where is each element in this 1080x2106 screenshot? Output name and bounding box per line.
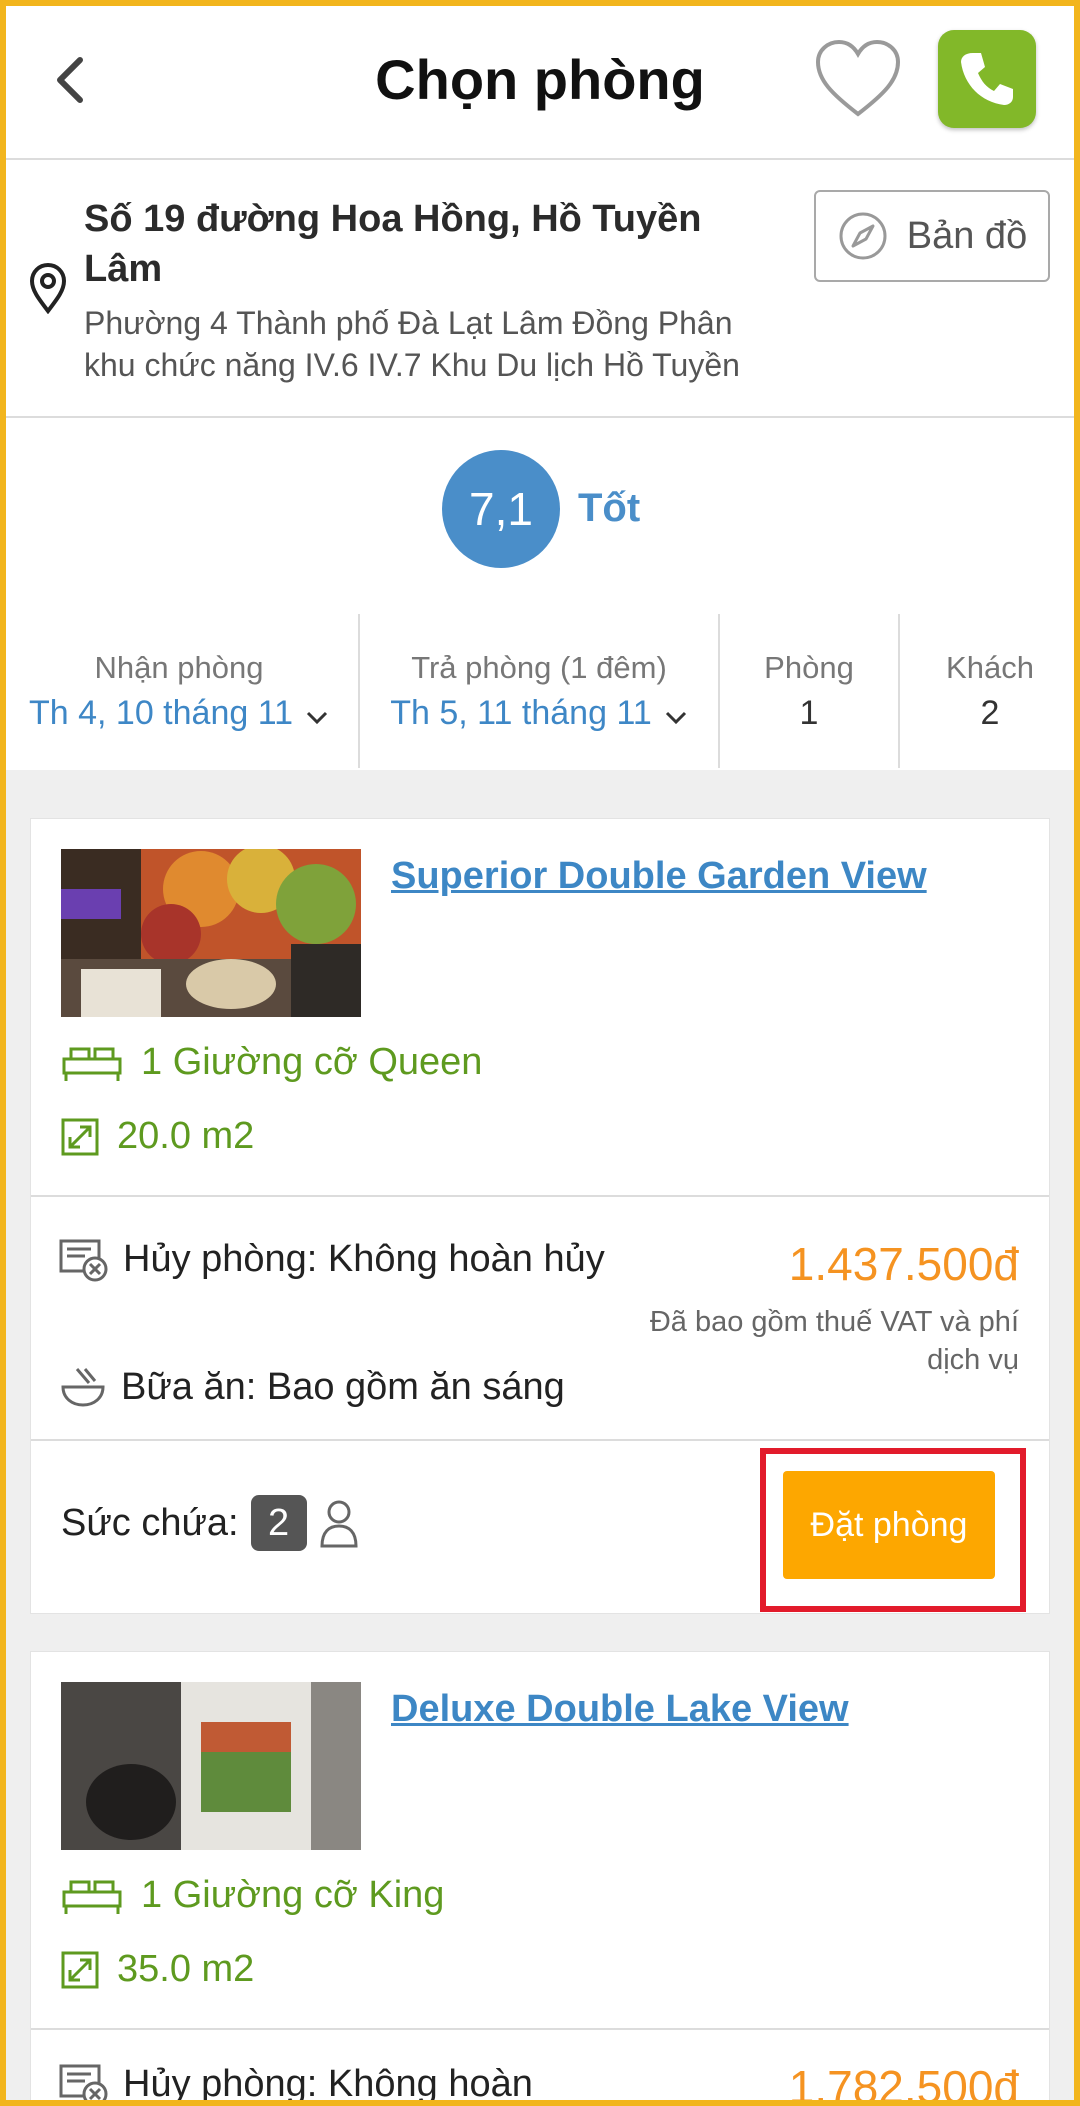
top-app-bar: Chọn phòng: [0, 0, 1080, 160]
address-title: Số 19 đường Hoa Hồng, Hồ Tuyền Lâm: [84, 198, 702, 290]
bed-info: 1 Giường cỡ King: [61, 1874, 444, 1917]
chevron-down-icon: [664, 696, 688, 735]
booking-params-bar: Nhận phòng Th 4, 10 tháng 11 Trả phòng (…: [0, 614, 1080, 768]
room-summary: Deluxe Double Lake View 1 Giường cỡ King…: [31, 1652, 1049, 2030]
room-policy-price: Hủy phòng: Không hoàn hủy Bữa ăn: Bao gồ…: [31, 1197, 1049, 1441]
rating-score: 7,1: [442, 450, 560, 568]
checkin-selector[interactable]: Nhận phòng Th 4, 10 tháng 11: [0, 614, 360, 768]
checkin-value-row: Th 4, 10 tháng 11: [0, 694, 358, 735]
map-button-label: Bản đồ: [906, 214, 1028, 257]
bed-icon: [62, 1047, 122, 1081]
rooms-label: Phòng: [764, 650, 854, 685]
area-icon: [61, 1118, 99, 1155]
highlight-box: [760, 1448, 1026, 1612]
area-info: 35.0 m2: [61, 1948, 254, 1991]
checkin-value: Th 4, 10 tháng 11: [28, 694, 293, 732]
cancellation-policy: Hủy phòng: Không hoàn: [59, 2060, 619, 2106]
page-title: Chọn phòng: [375, 48, 705, 111]
bed-text: 1 Giường cỡ Queen: [141, 1041, 483, 1083]
rating-section: 7,1 Tốt: [0, 420, 1080, 596]
room-price: 1.782.500đ: [788, 2061, 1019, 2106]
room-price: 1.437.500đ: [788, 1238, 1019, 1290]
room-summary: Superior Double Garden View 1 Giường cỡ …: [31, 819, 1049, 1197]
hotel-address-section: Số 19 đường Hoa Hồng, Hồ Tuyền Lâm Phườn…: [0, 162, 1080, 418]
bed-info: 1 Giường cỡ Queen: [61, 1041, 482, 1084]
compass-icon: [839, 212, 887, 260]
meal-text: Bữa ăn: Bao gồm ăn sáng: [121, 1366, 565, 1408]
heart-icon[interactable]: [812, 36, 904, 122]
rooms-value: 1: [799, 694, 819, 732]
checkout-label: Trả phòng (1 đêm): [411, 650, 667, 685]
room-name-link[interactable]: Deluxe Double Lake View: [391, 1688, 849, 1731]
chevron-down-icon: [305, 696, 329, 735]
phone-icon: [961, 53, 1013, 105]
map-button[interactable]: Bản đồ: [814, 190, 1050, 282]
capacity-info: Sức chứa: 2: [61, 1495, 359, 1551]
capacity-badge: 2: [250, 1495, 307, 1551]
cancel-policy-icon: [59, 1239, 108, 1282]
rooms-selector[interactable]: Phòng 1: [720, 614, 900, 768]
meal-info: Bữa ăn: Bao gồm ăn sáng: [59, 1363, 565, 1411]
room-photo[interactable]: [61, 1682, 361, 1850]
area-text: 20.0 m2: [117, 1115, 255, 1157]
room-policy-price: Hủy phòng: Không hoàn 1.782.500đ: [31, 2030, 1049, 2106]
area-text: 35.0 m2: [117, 1948, 255, 1990]
room-name-link[interactable]: Superior Double Garden View: [391, 855, 927, 898]
checkin-label: Nhận phòng: [94, 650, 264, 685]
bed-icon: [62, 1880, 122, 1914]
cancellation-policy: Hủy phòng: Không hoàn hủy: [59, 1235, 619, 1283]
area-info: 20.0 m2: [61, 1115, 254, 1158]
guests-selector[interactable]: Khách 2: [900, 614, 1080, 768]
location-pin-icon: [28, 262, 68, 315]
guests-value: 2: [980, 694, 1000, 732]
room-card: Deluxe Double Lake View 1 Giường cỡ King…: [30, 1651, 1050, 2106]
address-detail: Phường 4 Thành phố Đà Lạt Lâm Đồng Phân …: [84, 305, 740, 383]
checkout-selector[interactable]: Trả phòng (1 đêm) Th 5, 11 tháng 11: [360, 614, 720, 768]
room-photo[interactable]: [61, 849, 361, 1017]
price-note: Đã bao gồm thuế VAT và phí dịch vụ: [649, 1306, 1019, 1376]
bed-text: 1 Giường cỡ King: [141, 1874, 445, 1916]
capacity-label: Sức chứa:: [61, 1501, 239, 1544]
meal-bowl-icon: [61, 1368, 105, 1407]
call-button[interactable]: [938, 30, 1036, 128]
cancellation-text: Hủy phòng: Không hoàn hủy: [123, 1238, 605, 1280]
checkout-value-row: Th 5, 11 tháng 11: [360, 694, 718, 735]
cancel-policy-icon: [59, 2064, 108, 2106]
rating-label: Tốt: [578, 486, 641, 530]
cancellation-text: Hủy phòng: Không hoàn: [123, 2063, 533, 2105]
person-icon: [320, 1500, 358, 1548]
guests-label: Khách: [946, 650, 1034, 685]
area-icon: [61, 1951, 99, 1988]
checkout-value: Th 5, 11 tháng 11: [390, 694, 652, 732]
